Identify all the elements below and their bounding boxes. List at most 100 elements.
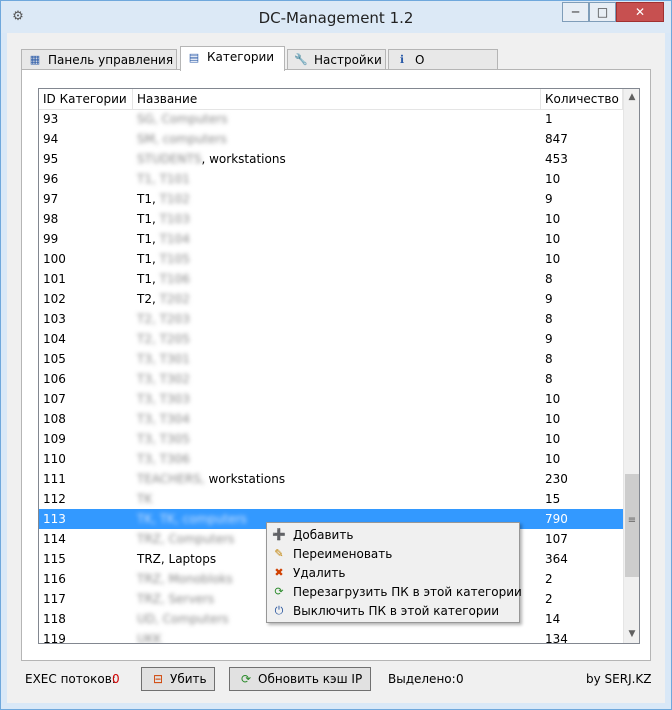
vertical-scrollbar[interactable]: ▲ ≡ ▼ <box>623 89 639 643</box>
grip-icon: ≡ <box>627 515 637 526</box>
table-row[interactable]: 101 T1, T106 8 <box>39 269 623 289</box>
scroll-down-icon[interactable]: ▼ <box>624 626 639 643</box>
refresh-ip-cache-button[interactable]: ⟳ Обновить кэш IP <box>229 667 371 691</box>
cell-name: T1, T101 <box>133 169 541 189</box>
cell-id: 108 <box>43 412 66 426</box>
title-bar[interactable]: ⚙ DC-Management 1.2 ─ □ ✕ <box>1 1 671 33</box>
exec-threads-label: EXEC потоков: <box>25 672 116 686</box>
menu-item-5[interactable]: ⏻ Выключить ПК в этой категории <box>269 602 517 621</box>
table-row[interactable]: 110 T3, T306 10 <box>39 449 623 469</box>
name-redacted: TK <box>137 492 153 506</box>
menu-item-3[interactable]: ✖ Удалить <box>269 564 517 583</box>
column-header-id[interactable]: ID Категории <box>39 89 133 109</box>
table-row[interactable]: 106 T3, T302 8 <box>39 369 623 389</box>
name-text: workstations <box>204 472 286 486</box>
tab-label: Настройки <box>314 53 382 67</box>
cell-id: 103 <box>43 312 66 326</box>
table-row[interactable]: 107 T3, T303 10 <box>39 389 623 409</box>
scroll-up-icon[interactable]: ▲ <box>624 89 639 106</box>
cell-name: T1, T103 <box>133 209 541 229</box>
list-header: ID Категории Название Количество <box>39 89 623 110</box>
cell-id: 116 <box>43 572 66 586</box>
menu-item-2[interactable]: ✎ Переименовать <box>269 545 517 564</box>
cell-name: T1, T104 <box>133 229 541 249</box>
cell-count: 2 <box>545 572 553 586</box>
scroll-thumb[interactable]: ≡ <box>625 474 639 577</box>
table-row[interactable]: 111 TEACHERS, workstations 230 <box>39 469 623 489</box>
table-row[interactable]: 109 T3, T305 10 <box>39 429 623 449</box>
cell-count: 8 <box>545 272 553 286</box>
table-row[interactable]: 119 UKK 134 <box>39 629 623 644</box>
tab-settings[interactable]: 🔧 Настройки <box>287 49 386 70</box>
name-text: T1, <box>137 192 160 206</box>
table-row[interactable]: 108 T3, T304 10 <box>39 409 623 429</box>
tab-label: Категории <box>207 50 275 64</box>
cell-count: 14 <box>545 612 561 626</box>
cell-id: 117 <box>43 592 66 606</box>
cell-id: 97 <box>43 192 59 206</box>
table-row[interactable]: 112 TK 15 <box>39 489 623 509</box>
info-icon: ℹ <box>399 53 405 66</box>
refresh-icon: ⟳ <box>240 672 252 686</box>
menu-item-label: Удалить <box>293 566 346 580</box>
table-row[interactable]: 105 T3, T301 8 <box>39 349 623 369</box>
menu-item-1[interactable]: ➕ Добавить <box>269 526 517 545</box>
cell-count: 10 <box>545 412 561 426</box>
name-redacted: T102 <box>159 192 190 206</box>
cell-name: SG, Computers <box>133 109 541 129</box>
tab-control-panel[interactable]: ▦ Панель управления <box>21 49 177 70</box>
tab-about[interactable]: ℹ О Программе <box>388 49 498 87</box>
cell-count: 9 <box>545 192 553 206</box>
close-button[interactable]: ✕ <box>616 2 664 22</box>
table-row[interactable]: 94 SM, computers 847 <box>39 129 623 149</box>
name-redacted: TRZ, Computers <box>137 532 235 546</box>
name-text: T1, <box>137 212 160 226</box>
cell-count: 1 <box>545 112 553 126</box>
table-row[interactable]: 99 T1, T104 10 <box>39 229 623 249</box>
table-row[interactable]: 104 T2, T205 9 <box>39 329 623 349</box>
table-row[interactable]: 93 SG, Computers 1 <box>39 109 623 129</box>
name-redacted: UKK <box>137 632 162 644</box>
name-redacted: TRZ, Servers <box>137 592 215 606</box>
cell-count: 8 <box>545 372 553 386</box>
table-row[interactable]: 96 T1, T101 10 <box>39 169 623 189</box>
cell-id: 98 <box>43 212 59 226</box>
table-row[interactable]: 102 T2, T202 9 <box>39 289 623 309</box>
table-row[interactable]: 97 T1, T102 9 <box>39 189 623 209</box>
name-redacted: T3, T303 <box>137 392 190 406</box>
cell-id: 111 <box>43 472 66 486</box>
maximize-button[interactable]: □ <box>589 2 616 22</box>
kill-icon: ⊟ <box>152 672 164 686</box>
name-redacted: T202 <box>159 292 190 306</box>
kill-button[interactable]: ⊟ Убить <box>141 667 215 691</box>
cell-name: T3, T301 <box>133 349 541 369</box>
refresh-button-label: Обновить кэш IP <box>258 672 363 686</box>
table-row[interactable]: 103 T2, T203 8 <box>39 309 623 329</box>
tab-categories[interactable]: ▤ Категории <box>180 46 285 71</box>
cell-id: 112 <box>43 492 66 506</box>
cell-id: 99 <box>43 232 59 246</box>
cell-count: 15 <box>545 492 561 506</box>
name-redacted: SM, computers <box>137 132 227 146</box>
cell-count: 10 <box>545 172 561 186</box>
cell-name: T1, T102 <box>133 189 541 209</box>
cell-id: 106 <box>43 372 66 386</box>
menu-item-label: Добавить <box>293 528 354 542</box>
menu-item-4[interactable]: ⟳ Перезагрузить ПК в этой категории <box>269 583 521 602</box>
table-row[interactable]: 98 T1, T103 10 <box>39 209 623 229</box>
cell-id: 109 <box>43 432 66 446</box>
kill-button-label: Убить <box>170 672 207 686</box>
table-row[interactable]: 100 T1, T105 10 <box>39 249 623 269</box>
list-icon: ▤ <box>188 51 200 64</box>
cell-name: T2, T202 <box>133 289 541 309</box>
cell-name: T3, T303 <box>133 389 541 409</box>
cell-id: 96 <box>43 172 59 186</box>
cell-id: 101 <box>43 272 66 286</box>
cell-id: 107 <box>43 392 66 406</box>
column-header-name[interactable]: Название <box>133 89 541 109</box>
column-header-count[interactable]: Количество <box>541 89 623 109</box>
minimize-button[interactable]: ─ <box>562 2 589 22</box>
table-row[interactable]: 95 STUDENTS, workstations 453 <box>39 149 623 169</box>
cell-name: T3, T306 <box>133 449 541 469</box>
name-redacted: T1, T101 <box>137 172 190 186</box>
